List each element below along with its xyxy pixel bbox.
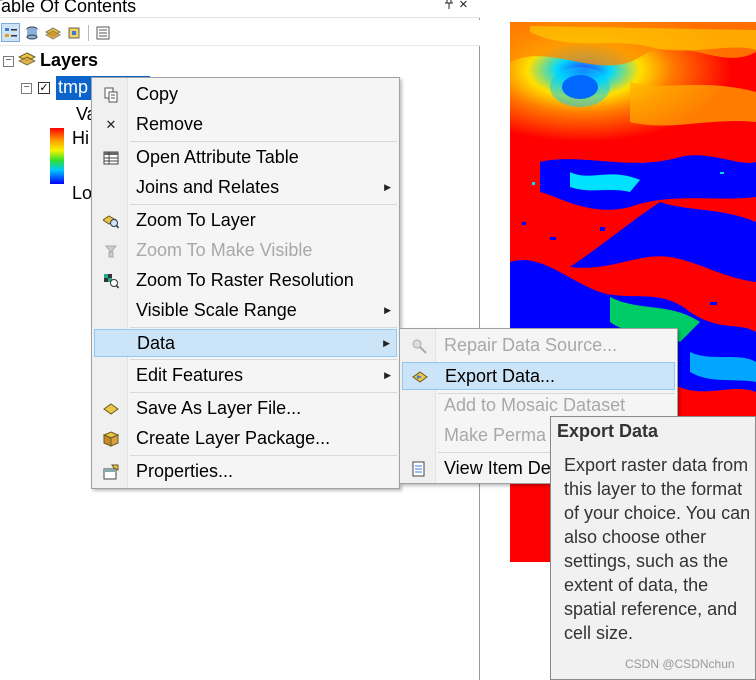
export-data-tooltip: Export Data Export raster data from this… — [550, 416, 756, 680]
layer-collapse-icon[interactable]: − — [21, 83, 32, 94]
submenu-arrow-icon: ▶ — [384, 370, 391, 380]
menu-item-open-attribute-table[interactable]: Open Attribute Table — [94, 144, 397, 172]
menu-item-label: Zoom To Raster Resolution — [136, 270, 354, 290]
menu-item-visible-scale-range[interactable]: Visible Scale Range ▶ — [94, 297, 397, 325]
repair-icon — [410, 337, 428, 355]
menu-item-label: Save As Layer File... — [136, 398, 302, 418]
submenu-arrow-icon: ▶ — [384, 182, 391, 192]
menu-item-create-layer-package[interactable]: Create Layer Package... — [94, 425, 397, 453]
menu-item-label: Data — [137, 333, 176, 353]
tooltip-body: Export raster data from this layer to th… — [564, 455, 751, 643]
menu-item-label: Properties... — [136, 461, 234, 481]
pin-icon[interactable] — [444, 0, 454, 12]
menu-item-remove[interactable]: ✕ Remove — [94, 111, 397, 139]
options-icon[interactable] — [93, 23, 112, 42]
legend-high-label: Hi — [72, 128, 89, 148]
menu-item-joins-and-relates[interactable]: Joins and Relates ▶ — [94, 174, 397, 202]
menu-item-save-as-layer-file[interactable]: Save As Layer File... — [94, 395, 397, 423]
toolbar-separator — [88, 25, 89, 41]
remove-icon: ✕ — [105, 117, 117, 132]
menu-item-label: Make Perma — [444, 425, 547, 445]
submenu-arrow-icon: ▶ — [383, 338, 390, 348]
menu-item-edit-features[interactable]: Edit Features ▶ — [94, 362, 397, 390]
menu-separator — [130, 204, 397, 205]
menu-item-label: Zoom To Make Visible — [136, 240, 313, 260]
layers-icon — [17, 52, 37, 73]
menu-separator — [130, 392, 397, 393]
menu-item-copy[interactable]: Copy — [94, 81, 397, 109]
export-icon — [411, 368, 429, 386]
toc-title: Table Of Contents — [0, 0, 137, 16]
copy-icon — [102, 86, 120, 104]
menu-item-properties[interactable]: Properties... — [94, 458, 397, 486]
raster-resolution-icon — [102, 272, 120, 290]
menu-separator — [130, 359, 397, 360]
menu-item-label: Open Attribute Table — [136, 147, 299, 167]
toc-toolbar — [0, 20, 480, 46]
menu-item-label: Visible Scale Range — [136, 300, 297, 320]
menu-item-zoom-to-raster-resolution[interactable]: Zoom To Raster Resolution — [94, 267, 397, 295]
watermark: CSDN @CSDNchun — [625, 657, 735, 671]
menu-item-data[interactable]: Data ▶ — [94, 329, 397, 357]
zoom-visible-icon — [102, 242, 120, 260]
tooltip-title: Export Data — [557, 421, 659, 441]
layer-file-icon — [102, 400, 120, 418]
menu-item-label: Edit Features — [136, 365, 244, 385]
toc-titlebar: Table Of Contents × — [0, 0, 480, 18]
menu-item-label: Remove — [136, 114, 204, 134]
layer-visibility-checkbox[interactable]: ✓ — [38, 82, 50, 94]
zoom-to-layer-icon — [102, 212, 120, 230]
menu-item-label: Create Layer Package... — [136, 428, 331, 448]
menu-separator — [130, 455, 397, 456]
list-by-source-icon[interactable] — [22, 23, 41, 42]
list-by-visibility-icon[interactable] — [43, 23, 62, 42]
list-by-selection-icon[interactable] — [64, 23, 83, 42]
properties-icon — [102, 463, 120, 481]
menu-item-label: Repair Data Source... — [444, 335, 618, 355]
close-icon[interactable]: × — [459, 0, 468, 13]
menu-item-repair-data-source[interactable]: Repair Data Source... — [402, 332, 675, 360]
view-item-icon — [410, 460, 428, 478]
menu-separator — [130, 141, 397, 142]
menu-item-label: Zoom To Layer — [136, 210, 256, 230]
menu-separator — [130, 327, 397, 328]
legend-low-label: Lo — [72, 183, 93, 203]
menu-item-export-data[interactable]: Export Data... — [402, 362, 675, 390]
layer-package-icon — [102, 430, 120, 448]
layers-label: Layers — [40, 50, 99, 70]
menu-item-zoom-to-layer[interactable]: Zoom To Layer — [94, 207, 397, 235]
layer-context-menu: Copy ✕ Remove Open Attribute Table Joins… — [91, 77, 400, 489]
menu-item-label: Export Data... — [445, 366, 556, 386]
menu-item-label: Copy — [136, 84, 179, 104]
list-by-drawing-order-icon[interactable] — [1, 23, 20, 42]
table-icon — [102, 149, 120, 167]
menu-item-label: Joins and Relates — [136, 177, 280, 197]
submenu-arrow-icon: ▶ — [384, 305, 391, 315]
layers-collapse-icon[interactable]: − — [3, 56, 14, 67]
menu-item-label: View Item De — [444, 458, 551, 478]
menu-item-zoom-to-make-visible[interactable]: Zoom To Make Visible — [94, 237, 397, 265]
color-ramp-legend — [50, 128, 64, 184]
menu-item-label: Add to Mosaic Dataset — [444, 395, 626, 415]
